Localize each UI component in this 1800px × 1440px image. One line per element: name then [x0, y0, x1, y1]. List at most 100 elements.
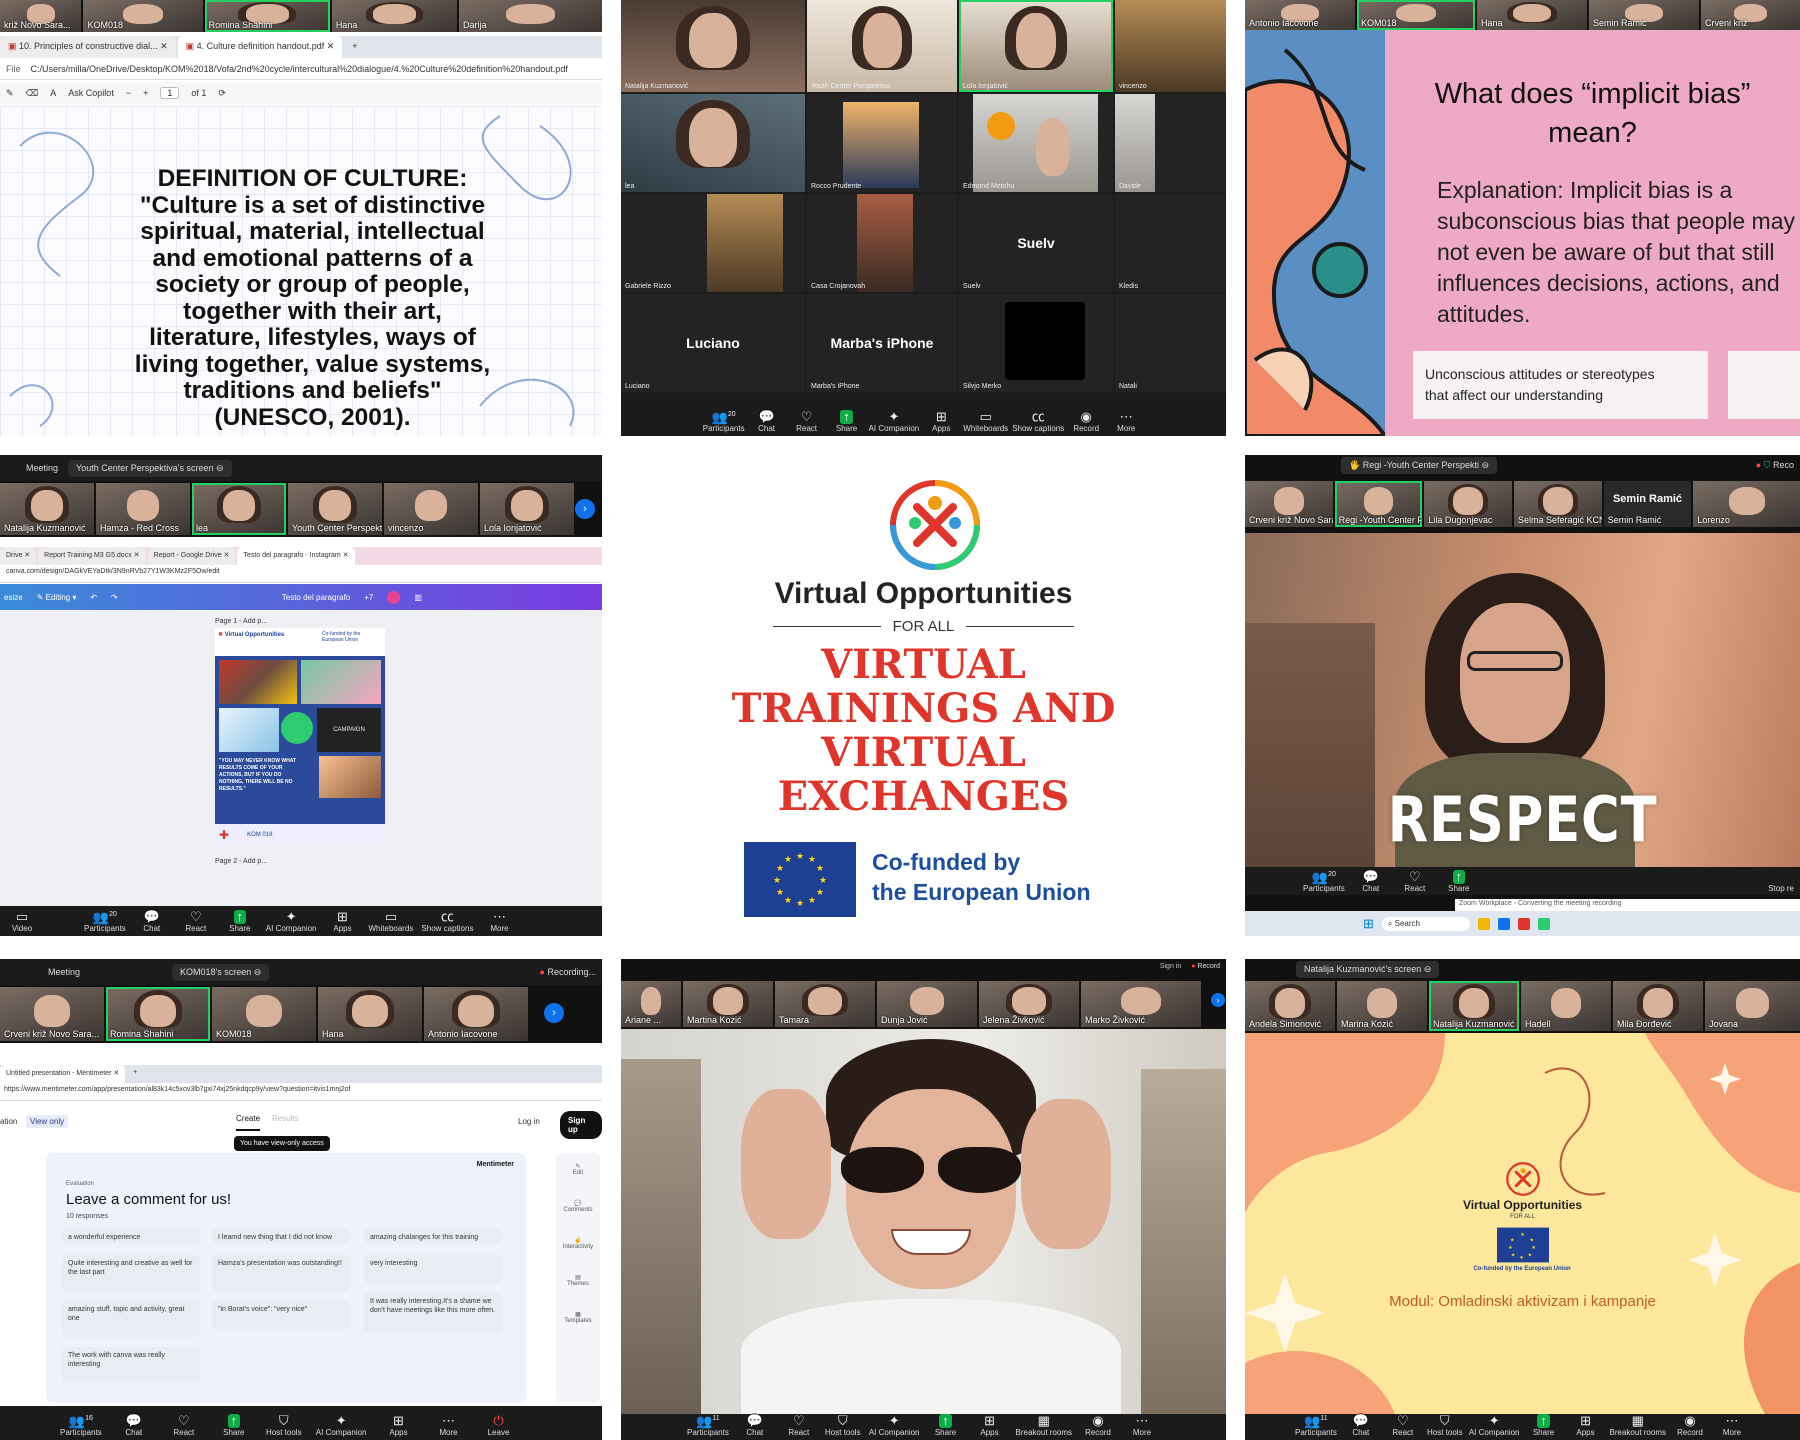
chat-button[interactable]: 💬 Chat	[134, 910, 170, 934]
participant-tile[interactable]: Semin Ramić	[1589, 0, 1699, 30]
screen-share-pill[interactable]: KOM018's screen ⊖	[172, 963, 270, 981]
participant-tile[interactable]: vincenzo	[384, 483, 478, 535]
participant-tile[interactable]: križ Novo Sara...	[0, 0, 82, 32]
react-button[interactable]: ♡ React	[781, 1414, 817, 1438]
zoom-out-button[interactable]: −	[126, 88, 131, 98]
comments-button[interactable]: 💬 Comments	[556, 1200, 600, 1213]
participant-tile[interactable]: Hadell	[1521, 981, 1611, 1031]
video-button[interactable]: ▭ Video	[4, 910, 40, 934]
participant-tile[interactable]: Romina Shahini	[204, 0, 330, 32]
participant-tile[interactable]: KOM018	[83, 0, 203, 32]
video-cell[interactable]: Edmond Metohu	[959, 94, 1113, 192]
leave-button[interactable]: ⏻ Leave	[481, 1414, 517, 1438]
edit-button[interactable]: ✎ Edit	[556, 1163, 600, 1176]
participant-tile[interactable]: Jelena Živković	[979, 981, 1079, 1027]
draw-icon[interactable]: ✎	[6, 88, 14, 99]
react-button[interactable]: ♡ React	[789, 410, 825, 434]
ai-companion-button[interactable]: ✦ AI Companion	[1469, 1414, 1520, 1438]
breakout-rooms-button[interactable]: ▦ Breakout rooms	[1016, 1414, 1072, 1438]
react-button[interactable]: ♡ React	[1397, 870, 1433, 894]
chat-button[interactable]: 💬 Chat	[1343, 1414, 1379, 1438]
undo-icon[interactable]: ↶	[90, 593, 97, 602]
design-title[interactable]: Testo del paragrafo	[282, 593, 351, 602]
video-cell[interactable]: Suelv Suelv	[959, 194, 1113, 292]
participant-tile[interactable]: Romina Shahini	[106, 987, 210, 1041]
screen-share-pill[interactable]: Youth Center Perspektiva's screen ⊖	[68, 459, 232, 477]
participant-tile[interactable]: Crveni križ Novo Sara...	[1245, 481, 1333, 527]
participants-button[interactable]: 👥11 Participants	[687, 1412, 729, 1437]
react-button[interactable]: ♡ React	[166, 1414, 202, 1438]
video-cell[interactable]: lea	[621, 94, 805, 192]
share-button[interactable]: ↑ Share	[216, 1414, 252, 1438]
record-button[interactable]: ◉ Record	[1672, 1414, 1708, 1438]
rotate-icon[interactable]: ⟳	[218, 88, 226, 99]
participant-tile[interactable]: Natalija Kuzmanović	[0, 483, 94, 535]
apps-button[interactable]: ⊞ Apps	[972, 1414, 1008, 1438]
taskbar-app-icon[interactable]	[1497, 917, 1510, 930]
video-cell[interactable]: Luciano Luciano	[621, 294, 805, 392]
login-link[interactable]: Log in	[518, 1117, 540, 1126]
stop-recording-button[interactable]: Stop re	[1768, 884, 1794, 893]
screen-share-pill[interactable]: Natalija Kuzmanović's screen ⊖	[1296, 960, 1440, 978]
record-button[interactable]: ◉ Record	[1080, 1414, 1116, 1438]
participant-tile[interactable]: Semin Ramić Semin Ramić	[1603, 481, 1692, 527]
participant-tile[interactable]: Martina Kozić	[683, 981, 773, 1027]
address-bar[interactable]: canva.com/design/DAGkVEYaDtk/3N9nRVb27Y1…	[0, 565, 602, 583]
zoom-notification[interactable]: Zoom Workplace - Converting the meeting …	[1455, 899, 1800, 911]
create-tab[interactable]: Create	[236, 1114, 261, 1131]
video-cell[interactable]: Lola Ionjatović	[959, 0, 1113, 92]
zoom-in-button[interactable]: +	[143, 88, 148, 98]
whiteboards-button[interactable]: ▭ Whiteboards	[369, 910, 414, 934]
participant-tile[interactable]: Marina Kozić	[1337, 981, 1427, 1031]
page-input[interactable]: 1	[160, 87, 180, 99]
share-button[interactable]: ↑ Share	[1441, 870, 1477, 894]
results-tab[interactable]: Results	[272, 1114, 299, 1123]
participant-tile[interactable]: Regi -Youth Center Perspe...	[1334, 481, 1423, 527]
participant-tile[interactable]: Dunja Jović	[877, 981, 977, 1027]
participants-button[interactable]: 👥20 Participants	[1303, 868, 1345, 893]
templates-button[interactable]: ▦ Templates	[556, 1311, 600, 1324]
taskbar-app-icon[interactable]	[1477, 917, 1490, 930]
share-button[interactable]: ↑ Share	[928, 1414, 964, 1438]
whiteboards-button[interactable]: ▭ Whiteboards	[963, 410, 1008, 434]
chat-button[interactable]: 💬 Chat	[116, 1414, 152, 1438]
participant-tile[interactable]: Lila Dugonjevac	[1424, 481, 1513, 527]
video-cell[interactable]: Casa Crojanovah	[807, 194, 957, 292]
react-button[interactable]: ♡ React	[1385, 1414, 1421, 1438]
participants-button[interactable]: 👥11 Participants	[1295, 1412, 1337, 1437]
participant-tile[interactable]: Antonio Iacovone	[1245, 0, 1355, 30]
new-tab-button[interactable]: +	[127, 1065, 143, 1083]
video-cell[interactable]: Youth Center Perspektiva	[807, 0, 957, 92]
share-button[interactable]: ↑ Share	[222, 910, 258, 934]
video-cell[interactable]: Natali	[1115, 294, 1226, 392]
taskbar-search[interactable]: ⌕ Search	[1381, 916, 1470, 931]
apps-button[interactable]: ⊞ Apps	[325, 910, 361, 934]
tab-report-docx[interactable]: Report Training M3 G5.docx ✕	[38, 547, 146, 565]
address-bar[interactable]: https://www.mentimeter.com/app/presentat…	[0, 1083, 602, 1101]
participants-button[interactable]: 👥20 Participants	[703, 408, 745, 433]
participant-tile[interactable]: lea	[192, 483, 286, 535]
participant-tile[interactable]: Hana	[331, 0, 457, 32]
address-bar[interactable]: File C:/Users/milla/OneDrive/Desktop/KOM%…	[0, 60, 602, 80]
participant-tile[interactable]: Mila Đorđević	[1613, 981, 1703, 1031]
participants-button[interactable]: 👥20 Participants	[84, 908, 126, 933]
video-cell[interactable]: vincenzo	[1115, 0, 1226, 92]
host-tools-button[interactable]: ⛉ Host tools	[1427, 1414, 1463, 1438]
editing-button[interactable]: ✎ Editing ▾	[37, 593, 77, 602]
video-cell[interactable]: Davide	[1115, 94, 1226, 192]
participant-tile[interactable]: Ariane ...	[621, 981, 681, 1027]
video-cell[interactable]: Marba's iPhone Marba's iPhone	[807, 294, 957, 392]
more-button[interactable]: ⋯ More	[1124, 1414, 1160, 1438]
participant-tile[interactable]: Crveni križ	[1701, 0, 1800, 30]
participant-tile[interactable]: Marko Živković	[1081, 981, 1201, 1027]
participant-tile[interactable]: Lorenzo	[1693, 481, 1800, 527]
apps-button[interactable]: ⊞ Apps	[381, 1414, 417, 1438]
next-page-icon[interactable]: ›	[544, 1003, 564, 1023]
tab-mentimeter[interactable]: Untitled presentation - Mentimeter ✕	[0, 1065, 126, 1083]
more-button[interactable]: ⋯ More	[481, 910, 517, 934]
tab-culture-handout[interactable]: ▣ 4. Culture definition handout.pdf ✕	[177, 36, 343, 58]
next-page-icon[interactable]: ›	[575, 499, 595, 519]
windows-start-icon[interactable]: ⊞	[1363, 916, 1374, 932]
screen-share-pill[interactable]: 🖐 Regi -Youth Center Perspekti ⊖	[1341, 456, 1497, 474]
chat-button[interactable]: 💬 Chat	[1353, 870, 1389, 894]
